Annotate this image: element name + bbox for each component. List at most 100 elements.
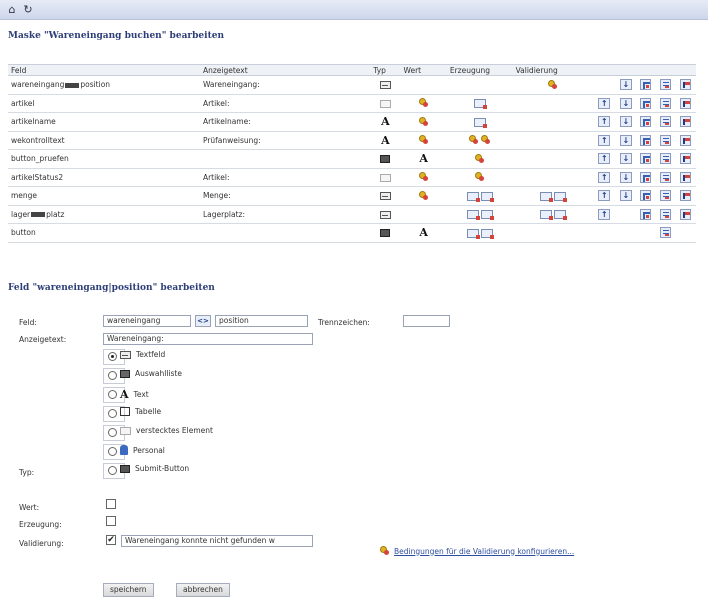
typ-radio-versteckt[interactable] xyxy=(108,428,117,437)
edit-field-icon[interactable] xyxy=(660,116,672,128)
configure-icon[interactable] xyxy=(468,135,479,145)
validierung-message-input[interactable]: Wareneingang konnte nicht gefunden w xyxy=(121,535,313,547)
erzeugung-checkbox[interactable] xyxy=(106,516,116,526)
configure-icon[interactable] xyxy=(418,190,429,201)
textfield-icon xyxy=(120,350,131,359)
insert-field-icon[interactable] xyxy=(640,153,652,165)
cell-delete xyxy=(675,168,696,187)
insert-field-icon[interactable] xyxy=(640,97,652,109)
move-down-icon[interactable]: ↓ xyxy=(619,116,632,128)
validation-config-link[interactable]: Bedingungen für die Validierung konfigur… xyxy=(380,546,574,556)
edit-field-icon[interactable] xyxy=(660,208,672,220)
feld-part1-input[interactable]: wareneingang xyxy=(103,315,191,327)
move-down-icon[interactable]: ↓ xyxy=(619,190,632,202)
configured-flag-icon[interactable] xyxy=(473,117,487,128)
configure-icon[interactable] xyxy=(418,98,429,108)
validierung-checkbox[interactable]: ✔ xyxy=(106,535,116,545)
typ-radio-text[interactable] xyxy=(108,390,117,399)
configure-icon[interactable] xyxy=(547,79,558,90)
insert-field-icon[interactable] xyxy=(640,208,652,220)
configure-icon[interactable] xyxy=(418,116,429,127)
delete-field-icon[interactable] xyxy=(680,116,692,128)
delete-field-icon[interactable] xyxy=(680,190,692,202)
configured-flag-icon[interactable] xyxy=(553,210,567,220)
feld-part2-input[interactable]: position xyxy=(215,315,308,327)
edit-field-icon[interactable] xyxy=(660,97,672,109)
move-down-icon[interactable]: ↓ xyxy=(619,153,632,165)
move-down-icon[interactable]: ↓ xyxy=(619,171,632,183)
move-down-icon[interactable]: ↓ xyxy=(619,134,632,146)
delete-field-icon[interactable] xyxy=(680,208,692,220)
configured-flag-icon[interactable] xyxy=(466,228,480,239)
typ-radio-personal[interactable] xyxy=(108,447,117,456)
configured-flag-icon[interactable] xyxy=(480,191,494,202)
move-up-icon[interactable]: ↑ xyxy=(598,153,611,165)
option-submit: Submit-Button xyxy=(120,464,189,473)
delete-field-icon[interactable] xyxy=(680,79,692,91)
cell-typ xyxy=(370,205,401,224)
configured-flag-icon[interactable] xyxy=(466,210,480,220)
cell-down xyxy=(616,205,636,224)
move-up-icon[interactable]: ↑ xyxy=(598,97,611,109)
feld-name: wareneingang xyxy=(11,80,65,90)
refresh-icon[interactable]: ↻ xyxy=(22,3,34,16)
delete-field-icon[interactable] xyxy=(680,171,692,183)
table-header-row: Feld Anzeigetext Typ Wert Erzeugung Vali… xyxy=(8,64,696,76)
move-up-icon[interactable]: ↑ xyxy=(598,134,611,146)
anzeigetext-label: Anzeigetext: xyxy=(19,335,67,344)
configure-icon[interactable] xyxy=(474,153,485,164)
insert-field-icon[interactable] xyxy=(640,134,652,146)
typ-radio-submit[interactable] xyxy=(108,466,117,475)
configured-flag-icon[interactable] xyxy=(553,191,567,202)
home-icon[interactable]: ⌂ xyxy=(6,3,18,16)
configured-flag-icon[interactable] xyxy=(480,228,494,239)
delete-field-icon[interactable] xyxy=(680,97,692,109)
move-down-icon[interactable]: ↓ xyxy=(619,79,632,91)
insert-field-icon[interactable] xyxy=(640,116,652,128)
configured-flag-icon[interactable] xyxy=(466,191,480,202)
hidden-element-icon xyxy=(379,173,391,182)
edit-field-icon[interactable] xyxy=(660,134,672,146)
configure-icon[interactable] xyxy=(418,172,429,182)
delete-field-icon[interactable] xyxy=(680,134,692,146)
typ-radio-textfeld[interactable] xyxy=(108,352,117,361)
cell-feld: button_pruefen xyxy=(8,149,200,169)
anzeigetext-input[interactable]: Wareneingang: xyxy=(103,333,313,345)
cell-typ xyxy=(370,75,401,95)
move-up-icon[interactable]: ↑ xyxy=(598,116,611,128)
edit-field-icon[interactable] xyxy=(660,171,672,183)
cancel-button[interactable]: abbrechen xyxy=(176,583,230,597)
form-title: Feld "wareneingang|position" bearbeiten xyxy=(8,283,215,293)
move-up-icon[interactable]: ↑ xyxy=(598,190,611,202)
cell-insert xyxy=(635,75,657,95)
configure-icon[interactable] xyxy=(480,135,491,145)
configured-flag-icon[interactable] xyxy=(473,99,487,109)
insert-field-icon[interactable] xyxy=(640,79,652,91)
configured-flag-icon[interactable] xyxy=(539,210,553,220)
configure-icon[interactable] xyxy=(474,172,485,182)
configured-flag-icon[interactable] xyxy=(539,191,553,202)
configured-flag-icon[interactable] xyxy=(480,210,494,220)
typ-radio-auswahlliste[interactable] xyxy=(108,371,117,380)
delete-field-icon[interactable] xyxy=(680,153,692,165)
move-down-icon[interactable]: ↓ xyxy=(619,97,632,109)
cell-erzeugung xyxy=(446,205,513,224)
wert-checkbox[interactable] xyxy=(106,499,116,509)
typ-radio-tabelle[interactable] xyxy=(108,409,117,418)
save-button[interactable]: speichern xyxy=(103,583,154,597)
trennzeichen-input[interactable] xyxy=(403,315,450,327)
cell-up xyxy=(592,75,617,95)
edit-field-icon[interactable] xyxy=(660,79,672,91)
move-up-icon[interactable]: ↑ xyxy=(598,171,611,183)
separator-button[interactable]: <> xyxy=(195,315,211,327)
cell-edit xyxy=(656,94,676,113)
edit-field-icon[interactable] xyxy=(660,227,672,239)
move-up-icon[interactable]: ↑ xyxy=(598,208,611,220)
edit-field-icon[interactable] xyxy=(660,190,672,202)
insert-field-icon[interactable] xyxy=(640,171,652,183)
configure-icon[interactable] xyxy=(418,135,429,145)
validierung-label: Validierung: xyxy=(19,539,64,548)
insert-field-icon[interactable] xyxy=(640,190,652,202)
cell-feld: wareneingang position xyxy=(8,75,200,95)
edit-field-icon[interactable] xyxy=(660,153,672,165)
